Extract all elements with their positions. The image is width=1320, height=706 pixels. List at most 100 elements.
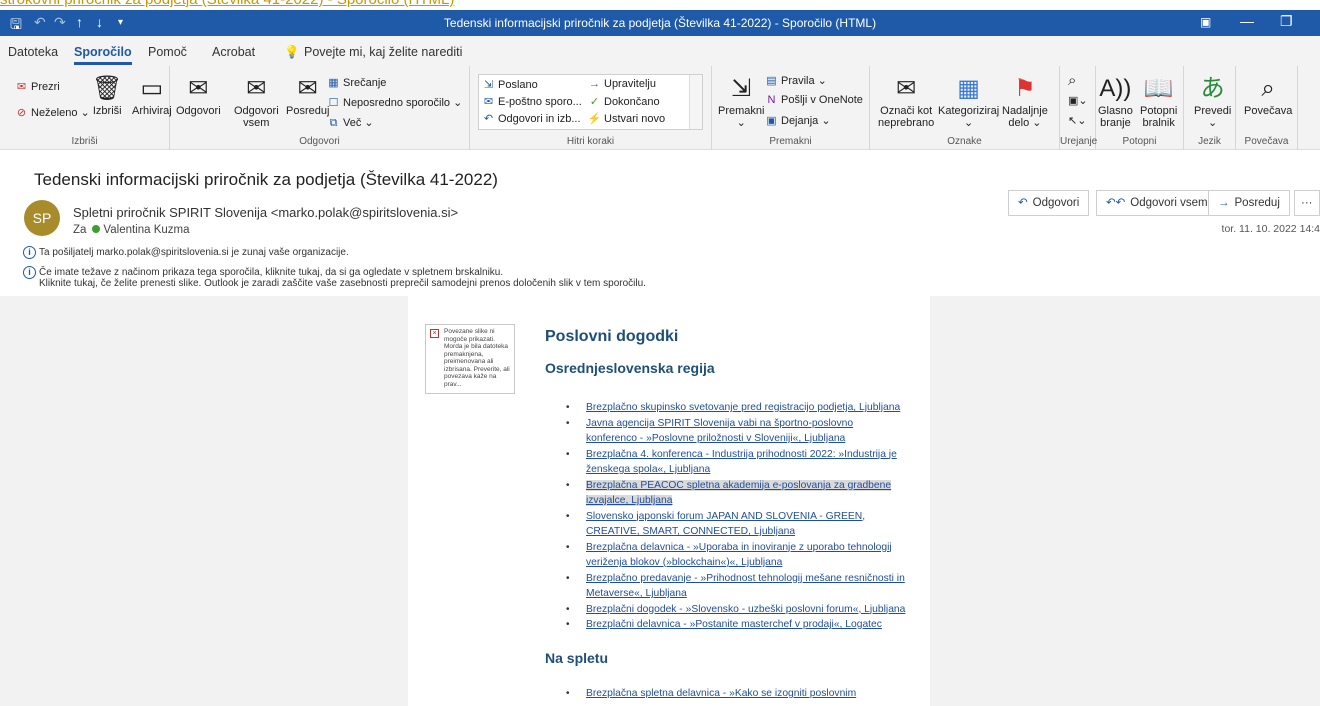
read-aloud-icon: A)): [1099, 75, 1132, 102]
quick-step-manager-label: Upravitelju: [604, 78, 656, 90]
avatar[interactable]: SP: [24, 200, 60, 236]
event-link[interactable]: Javna agencija SPIRIT Slovenija vabi na …: [586, 418, 853, 429]
reply-button[interactable]: ✉ Odgovori: [176, 75, 221, 118]
translate-label: Prevedi: [1194, 105, 1232, 117]
lightning-icon: ⚡: [587, 113, 602, 125]
event-link[interactable]: Brezplačna spletna delavnica - »Kako se …: [586, 688, 856, 699]
online-event-list: Brezplačna spletna delavnica - »Kako se …: [564, 686, 909, 702]
group-tags-label: Oznake: [947, 136, 982, 147]
quick-step-done[interactable]: ✓ Dokončano: [587, 95, 660, 108]
group-delete-label: Izbriši: [71, 136, 98, 147]
zoom-button[interactable]: ⌕ Povečava: [1244, 76, 1292, 118]
recipient-line: Za Valentina Kuzma: [73, 224, 190, 236]
list-item: Brezplačna PEACOC spletna akademija e-po…: [564, 478, 909, 509]
im-button[interactable]: ☐ Neposredno sporočilo ⌄: [326, 96, 463, 109]
sender[interactable]: Spletni priročnik SPIRIT Slovenija <mark…: [73, 205, 458, 220]
related-icon[interactable]: ▣⌄: [1068, 94, 1088, 107]
meeting-label: Srečanje: [343, 77, 387, 89]
event-link[interactable]: Brezplačna 4. konferenca - Industrija pr…: [586, 449, 897, 460]
quick-step-manager[interactable]: → Upravitelju: [587, 78, 656, 90]
event-link[interactable]: Metaverse«, Ljubljana: [586, 588, 687, 599]
group-zoom: ⌕ Povečava Povečava: [1236, 66, 1298, 150]
categorize-icon: ▦: [957, 75, 980, 102]
reply-label: Odgovori: [176, 105, 221, 117]
mark-unread-button[interactable]: ✉ Označi kot neprebrano: [878, 76, 934, 130]
move-label: Premakni: [718, 105, 765, 117]
tab-help[interactable]: Pomoč: [148, 45, 187, 59]
read-aloud-label-2: branje: [1100, 117, 1131, 129]
minimize-icon[interactable]: —: [1240, 13, 1254, 29]
find-icon[interactable]: ⌕: [1068, 72, 1076, 89]
tab-acrobat[interactable]: Acrobat: [212, 45, 255, 59]
reader-icon: 📖: [1143, 75, 1174, 102]
actions-button[interactable]: ▣ Dejanja ⌄: [764, 114, 830, 127]
rules-button[interactable]: ▤ Pravila ⌄: [764, 74, 827, 87]
reader-label-1: Potopni: [1140, 105, 1178, 117]
reply-all-action-button[interactable]: ↶↶ Odgovori vsem: [1096, 190, 1218, 216]
tab-message[interactable]: Sporočilo: [74, 45, 132, 65]
maximize-icon[interactable]: ❐: [1280, 13, 1293, 30]
select-icon[interactable]: ↖⌄: [1068, 114, 1086, 127]
delete-button[interactable]: 🗑 Izbriši: [92, 76, 122, 118]
more-respond-label: Več: [343, 117, 362, 129]
rules-label: Pravila: [781, 75, 815, 87]
reply-icon: ✉: [188, 75, 209, 102]
onenote-icon: N: [767, 94, 776, 106]
archive-icon: ▭: [140, 75, 164, 102]
onenote-button[interactable]: N Pošlji v OneNote: [764, 94, 863, 106]
top-strip: strokovni priročnik za podjetja (Številk…: [0, 0, 1320, 10]
event-link[interactable]: konferenco - »Poslovne priložnosti v Slo…: [586, 433, 845, 444]
translate-button[interactable]: あ Prevedi ⌄: [1194, 76, 1232, 130]
quick-step-sent[interactable]: ⇲ Poslano: [481, 78, 538, 91]
tab-file[interactable]: Datoteka: [8, 45, 58, 59]
event-link[interactable]: Brezplačna PEACOC spletna akademija e-po…: [586, 479, 892, 491]
event-link[interactable]: Brezplačno skupinsko svetovanje pred reg…: [586, 402, 900, 413]
reply-all-button[interactable]: ✉ Odgovori vsem: [234, 76, 279, 130]
quick-step-new[interactable]: ⚡ Ustvari novo: [587, 112, 666, 125]
lightbulb-icon: 💡: [284, 45, 300, 59]
quick-step-reply-delete[interactable]: ↶ Odgovori in izb...: [481, 112, 581, 125]
tell-me-search[interactable]: Povejte mi, kaj želite narediti: [304, 45, 462, 59]
event-link[interactable]: Brezplačna delavnica - »Uporaba in inovi…: [586, 542, 892, 553]
list-item: Slovensko japonski forum JAPAN AND SLOVE…: [564, 509, 909, 540]
quick-step-email[interactable]: ✉ E-poštno sporo...: [481, 95, 582, 108]
event-link[interactable]: Brezplačni delavnica - »Postanite master…: [586, 619, 882, 630]
more-actions-button[interactable]: ···: [1294, 190, 1320, 216]
message-date: tor. 11. 10. 2022 14:4: [1221, 223, 1320, 235]
list-item: Brezplačno predavanje - »Prihodnost tehn…: [564, 571, 909, 602]
categorize-button[interactable]: ▦ Kategoriziraj ⌄: [938, 75, 999, 130]
follow-up-button[interactable]: ⚑ Nadaljnje delo ⌄: [1002, 76, 1048, 130]
ribbon-display-icon[interactable]: ▣: [1200, 15, 1211, 29]
move-icon: ⇲: [731, 75, 752, 102]
forward-action-button[interactable]: → Posreduj: [1208, 190, 1290, 216]
group-zoom-label: Povečava: [1244, 136, 1289, 147]
section-heading: Poslovni dogodki: [545, 328, 679, 345]
more-respond-button[interactable]: ⧉ Več ⌄: [326, 116, 374, 130]
quick-step-new-label: Ustvari novo: [604, 113, 666, 125]
event-link[interactable]: Slovensko japonski forum JAPAN AND SLOVE…: [586, 511, 865, 522]
quick-steps-scrollbar[interactable]: [689, 75, 702, 129]
calendar-icon: ▦: [328, 77, 339, 89]
read-aloud-button[interactable]: A)) Glasno branje: [1098, 75, 1133, 130]
archive-button[interactable]: ▭ Arhiviraj: [132, 75, 172, 118]
event-link[interactable]: CREATIVE, SMART, CONNECTED, Ljubljana: [586, 526, 795, 537]
reply-all-action-label: Odgovori vsem: [1130, 197, 1208, 209]
download-images-notice[interactable]: Kliknite tukaj, če želite prenesti slike…: [39, 278, 646, 289]
ignore-button[interactable]: ✉ Prezri: [14, 80, 60, 93]
arrow-right-icon: →: [589, 78, 600, 90]
list-item: Brezplačni dogodek - »Slovensko - uzbešk…: [564, 602, 909, 618]
im-label: Neposredno sporočilo: [343, 97, 451, 109]
immersive-reader-button[interactable]: 📖 Potopni bralnik: [1140, 75, 1178, 130]
junk-button[interactable]: ⊘ Neželeno ⌄: [14, 106, 90, 119]
meeting-button[interactable]: ▦ Srečanje: [326, 76, 386, 89]
event-link[interactable]: Brezplačni dogodek - »Slovensko - uzbešk…: [586, 604, 905, 615]
event-link[interactable]: ženskega spola«, Ljubljana: [586, 464, 710, 475]
move-button[interactable]: ⇲ Premakni ⌄: [718, 75, 765, 130]
event-link[interactable]: Brezplačno predavanje - »Prihodnost tehn…: [586, 573, 905, 584]
group-editing-label: Urejanje: [1060, 136, 1098, 147]
forward-button[interactable]: ✉ Posreduj: [286, 76, 329, 118]
event-link[interactable]: izvajalce, Ljubljana: [586, 495, 673, 506]
event-link[interactable]: veriženja blokov (»blockchain«)«, Ljublj…: [586, 557, 782, 568]
reply-action-button[interactable]: ↶ Odgovori: [1008, 190, 1090, 216]
recipient[interactable]: Valentina Kuzma: [103, 224, 189, 236]
